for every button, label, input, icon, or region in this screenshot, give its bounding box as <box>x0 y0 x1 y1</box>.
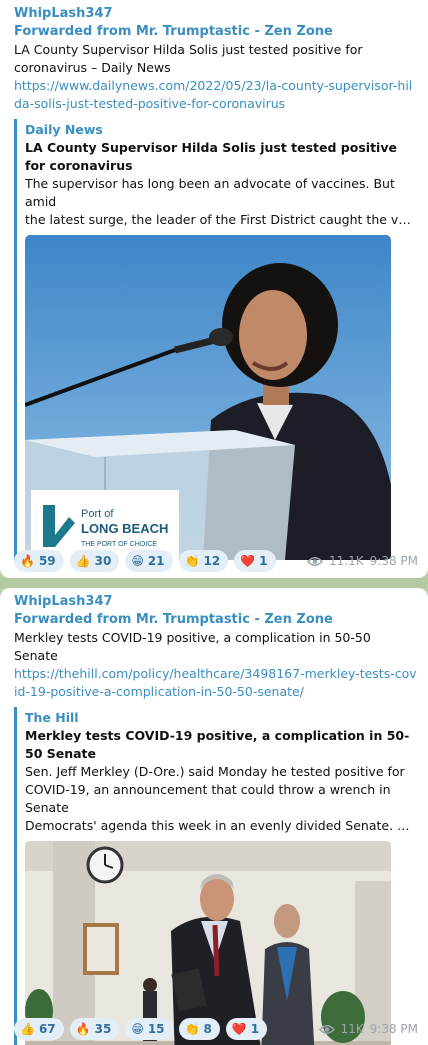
preview-description: Sen. Jeff Merkley (D-Ore.) said Monday h… <box>25 763 414 835</box>
link-preview[interactable]: The Hill Merkley tests COVID-19 positive… <box>14 707 418 1045</box>
message-time: 9:38 PM <box>369 1022 418 1036</box>
reaction-fire[interactable]: 🔥 35 <box>69 1018 120 1040</box>
heart-icon: ❤️ <box>240 554 256 568</box>
preview-desc-line: COVID-19, an announcement that could thr… <box>25 782 391 815</box>
message-meta: 11.1K 9:38 PM <box>307 554 418 568</box>
reaction-grin[interactable]: 😁 15 <box>125 1018 173 1040</box>
message-meta: 11K 9:38 PM <box>318 1022 418 1036</box>
clap-icon: 👏 <box>184 554 200 568</box>
reaction-count: 1 <box>250 1022 260 1036</box>
author-name[interactable]: WhipLash347 <box>14 593 418 611</box>
reactions-bar: 👍 67 🔥 35 😁 15 👏 8 ❤️ 1 <box>14 1018 268 1040</box>
preview-desc-line: Democrats' agenda this week in an evenly… <box>25 818 414 833</box>
reaction-count: 67 <box>38 1022 56 1036</box>
message-time: 9:38 PM <box>369 554 418 568</box>
forwarded-from[interactable]: Forwarded from Mr. Trumptastic - Zen Zon… <box>14 23 418 41</box>
preview-image[interactable]: Port of LONG BEACH THE PORT OF CHOICE <box>25 235 391 560</box>
reaction-heart[interactable]: ❤️ 1 <box>234 550 276 572</box>
reaction-count: 8 <box>203 1022 212 1036</box>
preview-site-name: The Hill <box>25 710 79 725</box>
sign-text-3: THE PORT OF CHOICE <box>81 541 157 548</box>
view-count: 11K <box>340 1022 364 1036</box>
view-count: 11.1K <box>329 554 364 568</box>
fire-icon: 🔥 <box>75 1022 91 1036</box>
clap-icon: 👏 <box>184 1022 200 1036</box>
reaction-count: 35 <box>94 1022 112 1036</box>
reaction-count: 1 <box>259 554 268 568</box>
link-preview[interactable]: Daily News LA County Supervisor Hilda So… <box>14 119 418 560</box>
sign-text-1: Port of <box>81 508 114 520</box>
views-eye-icon <box>318 1024 335 1034</box>
reaction-heart[interactable]: ❤️ 1 <box>225 1018 268 1040</box>
preview-title: Merkley tests COVID-19 positive, a compl… <box>25 728 410 761</box>
sign-text-2: LONG BEACH <box>81 521 168 536</box>
fire-icon: 🔥 <box>20 554 35 568</box>
message-link[interactable]: https://www.dailynews.com/2022/05/23/la-… <box>14 77 418 113</box>
grin-icon: 😁 <box>131 1022 144 1036</box>
reaction-count: 59 <box>38 554 56 568</box>
views-eye-icon <box>307 556 324 566</box>
reactions-bar: 🔥 59 👍 30 😁 21 👏 12 ❤️ 1 <box>14 550 276 572</box>
reaction-clap[interactable]: 👏 8 <box>178 1018 220 1040</box>
reaction-count: 12 <box>203 554 221 568</box>
message-footer: 👍 67 🔥 35 😁 15 👏 8 ❤️ 1 11K 9:38 PM <box>14 1018 418 1040</box>
reaction-thumbs-up[interactable]: 👍 67 <box>14 1018 64 1040</box>
preview-desc-line: the latest surge, the leader of the Firs… <box>25 212 414 227</box>
thumbs-up-icon: 👍 <box>75 554 91 568</box>
thumbs-up-icon: 👍 <box>20 1022 35 1036</box>
reaction-count: 15 <box>147 1022 165 1036</box>
chat-background <box>0 578 428 588</box>
preview-image[interactable] <box>25 841 391 1045</box>
reaction-thumbs-up[interactable]: 👍 30 <box>69 550 120 572</box>
preview-desc-line: The supervisor has long been an advocate… <box>25 176 395 209</box>
message-footer: 🔥 59 👍 30 😁 21 👏 12 ❤️ 1 11.1K 9:38 PM <box>14 550 418 572</box>
reaction-fire[interactable]: 🔥 59 <box>14 550 64 572</box>
reaction-count: 30 <box>94 554 112 568</box>
reaction-count: 21 <box>147 554 165 568</box>
message-link[interactable]: https://thehill.com/policy/healthcare/34… <box>14 665 418 701</box>
reaction-grin[interactable]: 😁 21 <box>125 550 173 572</box>
preview-site-name: Daily News <box>25 122 103 137</box>
preview-photo-drawing <box>25 841 391 1045</box>
grin-icon: 😁 <box>131 554 144 568</box>
message-text: LA County Supervisor Hilda Solis just te… <box>14 42 363 75</box>
preview-desc-line: Sen. Jeff Merkley (D-Ore.) said Monday h… <box>25 764 405 779</box>
preview-description: The supervisor has long been an advocate… <box>25 175 414 229</box>
reaction-clap[interactable]: 👏 12 <box>178 550 229 572</box>
message-text: Merkley tests COVID-19 positive, a compl… <box>14 630 371 663</box>
forwarded-from[interactable]: Forwarded from Mr. Trumptastic - Zen Zon… <box>14 611 418 629</box>
heart-icon: ❤️ <box>231 1022 247 1036</box>
message-bubble[interactable]: WhipLash347 Forwarded from Mr. Trumptast… <box>0 0 428 578</box>
preview-photo-drawing: Port of LONG BEACH THE PORT OF CHOICE <box>25 235 391 560</box>
author-name[interactable]: WhipLash347 <box>14 5 418 23</box>
message-bubble[interactable]: WhipLash347 Forwarded from Mr. Trumptast… <box>0 588 428 1045</box>
preview-title: LA County Supervisor Hilda Solis just te… <box>25 140 397 173</box>
